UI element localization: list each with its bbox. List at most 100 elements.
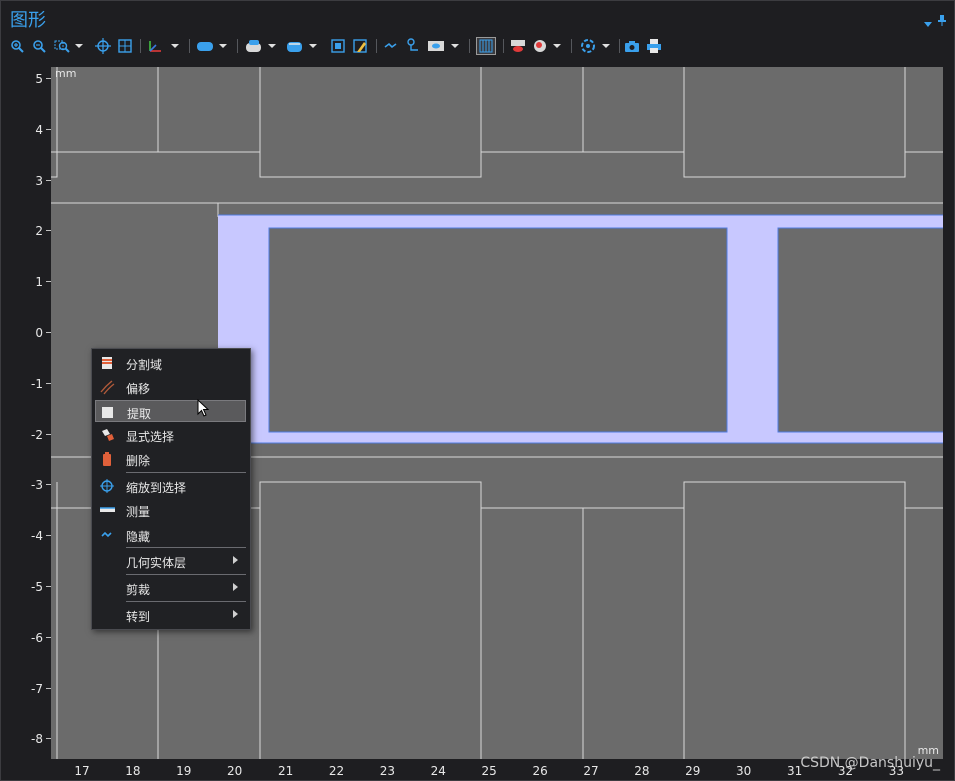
toolbar-separator [503,39,504,53]
y-tick-label: 5 [3,72,51,86]
scene-dropdown-icon[interactable] [600,37,612,55]
zoom-box-icon[interactable] [53,37,71,55]
y-tick-label: -1 [3,377,51,391]
select-edges-icon[interactable] [286,37,304,55]
menu-item-zoom-to-selection[interactable]: 缩放到选择 [95,475,246,497]
menu-item-offset[interactable]: 偏移 [95,376,246,398]
zoom-dropdown-icon[interactable] [73,37,85,55]
select-box-icon[interactable] [329,37,347,55]
toolbar-separator [140,39,141,53]
menu-item-delete[interactable]: 删除 [95,448,246,470]
offset-icon [99,379,115,395]
link-icon[interactable] [405,37,421,55]
y-tick-label: -4 [3,529,51,543]
x-tick-label: 19 [176,764,192,778]
select-domains-dropdown-icon[interactable] [217,37,229,55]
transparency-icon[interactable] [509,37,527,55]
menu-item-split-domain[interactable]: 分割域 [95,352,246,374]
zoom-selection-icon[interactable] [117,37,133,55]
camera-icon[interactable] [623,37,641,55]
wireframe-icon[interactable] [476,37,496,55]
y-axis: 5 4 3 2 1 0 -1 -2 -3 -4 -5 -6 -7 -8 [1,67,51,759]
scene-icon[interactable] [579,37,597,55]
toolbar-separator [376,39,377,53]
y-tick-label: 2 [3,224,51,238]
menu-item-go-to[interactable]: 转到 [95,604,246,626]
x-tick-label: 17 [74,764,90,778]
hide-icon [99,527,115,543]
menu-item-clip[interactable]: 剪裁 [95,577,246,599]
graphics-toolbar [9,37,709,55]
select-boundaries-dropdown-icon[interactable] [266,37,278,55]
x-tick-label: 29 [685,764,701,778]
window-menu-dropdown-icon[interactable] [923,13,933,32]
menu-item-hide[interactable]: 隐藏 [95,524,246,546]
x-tick-label: 28 [634,764,650,778]
axis-dropdown-icon[interactable] [169,37,181,55]
zoom-extents-icon[interactable] [95,37,111,55]
x-tick-label: 25 [481,764,497,778]
pin-icon[interactable] [937,11,947,30]
toolbar-separator [237,39,238,53]
x-tick-label: 24 [430,764,446,778]
y-tick-label: -8 [3,732,51,746]
menu-item-extract[interactable]: 提取 [95,400,246,422]
y-tick-label: 0 [3,326,51,340]
mouse-cursor-icon [197,398,211,423]
zoom-to-selection-icon [99,478,115,494]
x-tick-label: 26 [532,764,548,778]
watermark: CSDN @Danshuiyu_ [800,755,940,771]
toolbar-separator [469,39,470,53]
y-tick-label: 4 [3,123,51,137]
hide-icon[interactable] [383,37,399,55]
y-unit-label: mm [55,67,77,80]
menu-separator [126,547,246,548]
x-tick-label: 20 [227,764,243,778]
toolbar-separator [619,39,620,53]
toolbar-separator [189,39,190,53]
lighting-icon[interactable] [531,37,549,55]
clear-selection-icon[interactable] [351,37,369,55]
x-tick-label: 18 [125,764,141,778]
menu-separator [126,472,246,473]
axis-orientation-icon[interactable] [146,37,164,55]
submenu-arrow-icon [233,583,238,591]
y-tick-label: 1 [3,275,51,289]
extract-icon [100,404,116,420]
measure-icon [99,502,115,518]
selected-domain [218,215,943,443]
y-tick-label: -5 [3,580,51,594]
y-tick-label: -3 [3,478,51,492]
menu-item-geometry-layers[interactable]: 几何实体层 [95,550,246,572]
print-icon[interactable] [645,37,663,55]
toolbar-separator [571,39,572,53]
lighting-dropdown-icon[interactable] [551,37,563,55]
select-domains-icon[interactable] [196,37,214,55]
x-tick-label: 27 [583,764,599,778]
x-tick-label: 23 [379,764,396,778]
y-tick-label: 3 [3,174,51,188]
x-tick-label: 22 [328,764,345,778]
submenu-arrow-icon [233,610,238,618]
zoom-out-icon[interactable] [31,37,47,55]
y-tick-label: -7 [3,682,51,696]
menu-separator [126,601,246,602]
x-tick-label: 30 [736,764,752,778]
y-tick-label: -6 [3,631,51,645]
select-boundaries-icon[interactable] [245,37,263,55]
menu-item-explicit-selection[interactable]: 显式选择 [95,424,246,446]
context-menu: 分割域 偏移 提取 显式选择 删除 缩放到选择 测量 隐藏 几何实体层 剪裁 转… [91,348,251,630]
view-icon[interactable] [427,37,445,55]
split-domain-icon [99,355,115,371]
select-edges-dropdown-icon[interactable] [307,37,319,55]
delete-icon [99,451,115,467]
menu-separator [126,574,246,575]
x-tick-label: 21 [277,764,294,778]
zoom-in-icon[interactable] [9,37,25,55]
window-title: 图形 [10,10,46,31]
view-dropdown-icon[interactable] [449,37,461,55]
explicit-selection-icon [99,427,115,443]
y-tick-label: -2 [3,428,51,442]
menu-item-measure[interactable]: 测量 [95,499,246,521]
submenu-arrow-icon [233,556,238,564]
